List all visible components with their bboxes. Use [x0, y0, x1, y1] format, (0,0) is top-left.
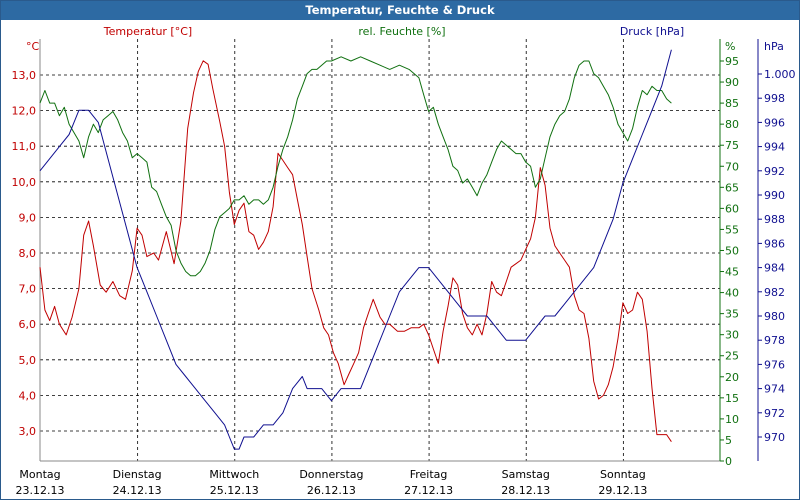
pressure-series-label: Druck [hPa] [620, 25, 684, 38]
pressure-tick-label: 980 [764, 310, 785, 323]
humidity-tick-label: 70 [725, 160, 739, 173]
temp-tick-label: 8,0 [19, 247, 37, 260]
pressure-tick-label: 1.000 [764, 68, 796, 81]
humidity-series-label: rel. Feuchte [%] [358, 25, 445, 38]
temp-unit: °C [26, 40, 40, 53]
x-day-label: Montag [19, 468, 60, 481]
pressure-unit: hPa [764, 40, 784, 53]
pressure-tick-label: 974 [764, 383, 785, 396]
series-line-left [39, 60, 672, 442]
pressure-tick-label: 988 [764, 213, 785, 226]
humidity-tick-label: 85 [725, 97, 739, 110]
pressure-tick-label: 994 [764, 141, 785, 154]
x-date-label: 24.12.13 [113, 484, 162, 497]
humidity-tick-label: 60 [725, 202, 739, 215]
x-date-label: 26.12.13 [307, 484, 356, 497]
humidity-tick-label: 40 [725, 287, 739, 300]
humidity-tick-label: 55 [725, 223, 739, 236]
chart-svg: 3,0 4,0 5,0 6,0 7,0 8,0 9,0 10,0 11,0 12,0 13,0 0 5 1… [12, 25, 796, 497]
pressure-tick-label: 986 [764, 237, 785, 250]
x-date-label: 23.12.13 [16, 484, 65, 497]
temp-tick-label: 7,0 [19, 283, 37, 296]
temp-tick-label: 12,0 [12, 105, 37, 118]
humidity-tick-label: 10 [725, 413, 739, 426]
series-line-right1 [39, 56, 672, 277]
humidity-tick-label: 5 [725, 434, 732, 447]
humidity-tick-label: 25 [725, 350, 739, 363]
pressure-tick-label: 998 [764, 92, 785, 105]
temp-tick-label: 11,0 [12, 140, 37, 153]
temp-tick-label: 9,0 [19, 211, 37, 224]
x-day-label: Mittwoch [209, 468, 259, 481]
temp-tick-label: 10,0 [12, 176, 37, 189]
x-day-label: Sonntag [600, 468, 646, 481]
x-day-label: Samstag [502, 468, 550, 481]
temp-tick-label: 13,0 [12, 69, 37, 82]
temp-tick-label: 3,0 [19, 425, 37, 438]
x-day-label: Dienstag [113, 468, 162, 481]
pressure-tick-label: 990 [764, 189, 785, 202]
humidity-tick-label: 30 [725, 329, 739, 342]
pressure-tick-label: 984 [764, 262, 785, 275]
humidity-tick-label: 80 [725, 118, 739, 131]
x-day-label: Donnerstag [299, 468, 363, 481]
x-date-label: 27.12.13 [404, 484, 453, 497]
humidity-tick-label: 15 [725, 392, 739, 405]
humidity-tick-label: 90 [725, 76, 739, 89]
humidity-tick-label: 45 [725, 266, 739, 279]
humidity-tick-label: 20 [725, 371, 739, 384]
pressure-tick-label: 992 [764, 165, 785, 178]
temp-tick-label: 6,0 [19, 318, 37, 331]
pressure-tick-label: 982 [764, 286, 785, 299]
humidity-unit: % [725, 40, 735, 53]
humidity-tick-label: 35 [725, 308, 739, 321]
humidity-tick-label: 0 [725, 455, 732, 468]
temp-series-label: Temperatur [°C] [103, 25, 192, 38]
humidity-tick-label: 75 [725, 139, 739, 152]
x-date-label: 25.12.13 [210, 484, 259, 497]
humidity-tick-label: 50 [725, 244, 739, 257]
pressure-tick-label: 976 [764, 358, 785, 371]
pressure-tick-label: 978 [764, 334, 785, 347]
temp-tick-label: 5,0 [19, 354, 37, 367]
temp-tick-label: 4,0 [19, 389, 37, 402]
pressure-tick-label: 970 [764, 431, 785, 444]
x-date-label: 29.12.13 [598, 484, 647, 497]
x-date-label: 28.12.13 [501, 484, 550, 497]
humidity-tick-label: 65 [725, 181, 739, 194]
pressure-tick-label: 996 [764, 116, 785, 129]
pressure-tick-label: 972 [764, 407, 785, 420]
humidity-tick-label: 95 [725, 55, 739, 68]
x-day-label: Freitag [410, 468, 448, 481]
